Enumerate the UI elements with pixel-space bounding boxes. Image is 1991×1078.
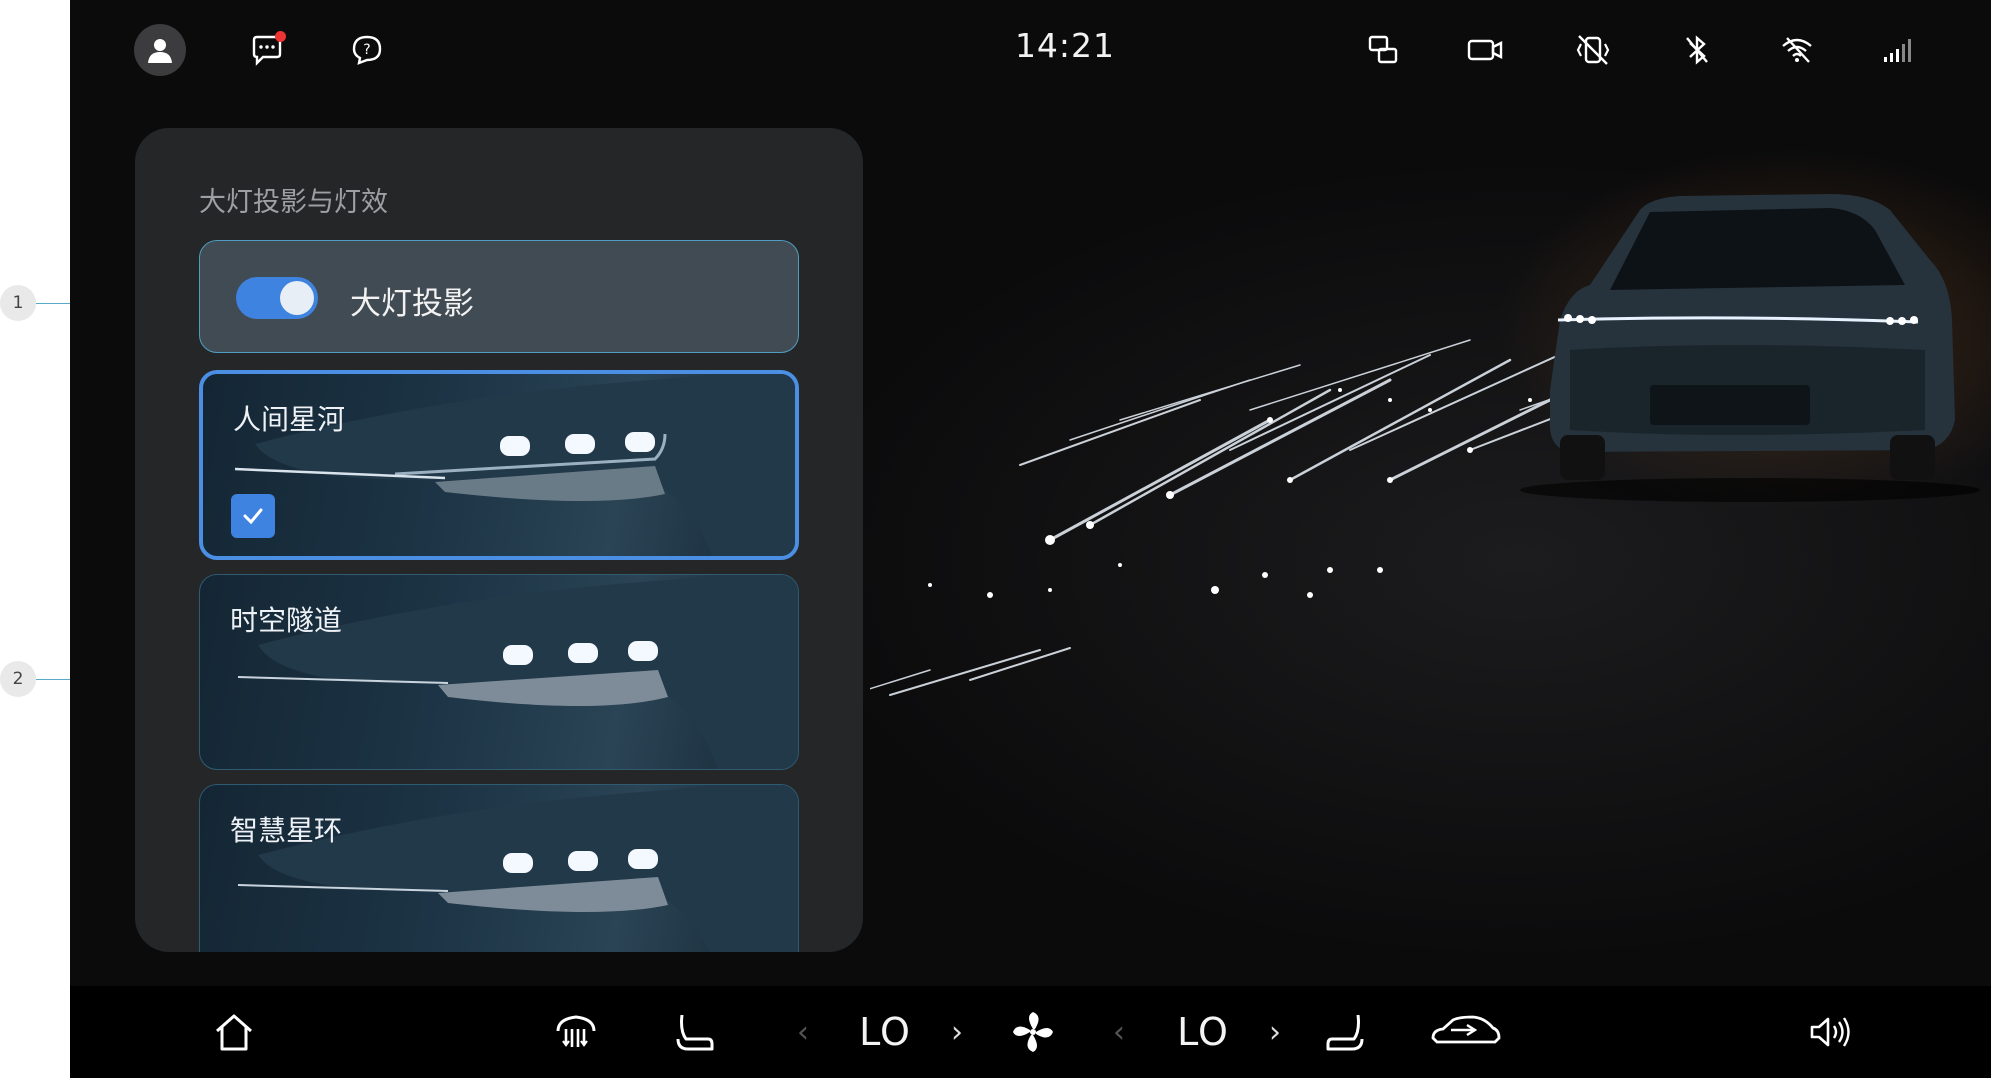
annotation-number: 1 [0,285,36,321]
right-temperature: LO [1177,1010,1229,1054]
effect-label: 智慧星环 [230,814,343,847]
seat-heat-icon[interactable] [666,1004,722,1060]
vibration-off-icon[interactable] [1571,28,1615,72]
notification-badge [275,31,286,42]
effect-card-renjianxinghe[interactable]: 人间星河 [199,370,799,560]
headlight-projection-panel: 大灯投影与灯效 大灯投影 人间星河 时空隧道 智慧星环 [135,128,863,952]
message-icon[interactable] [245,28,289,72]
switch-knob [280,281,314,315]
wifi-off-icon[interactable] [1775,28,1819,72]
headlight-projection-toggle-row[interactable]: 大灯投影 [199,240,799,353]
help-icon[interactable]: ? [345,28,389,72]
svg-text:?: ? [363,42,370,58]
annotation-number: 2 [0,661,36,697]
car-projection-scene [870,194,1980,696]
status-bar: ? 14:21 [70,0,1991,100]
headlight-projection-switch[interactable] [236,277,318,319]
volume-icon[interactable] [1802,1004,1858,1060]
left-temperature: LO [859,1010,911,1054]
panel-title: 大灯投影与灯效 [199,187,388,218]
toggle-label: 大灯投影 [350,286,474,322]
rear-defrost-icon[interactable] [548,1004,604,1060]
car-infotainment-screen: ? 14:21 大灯投影与灯效 大灯投影 人间星河 时空隧道 智慧星环 ‹ LO… [70,0,1991,1078]
fan-icon[interactable] [1005,1004,1061,1060]
cellular-signal-icon [1875,28,1919,72]
home-icon[interactable] [206,1004,262,1060]
bluetooth-off-icon[interactable] [1675,28,1719,72]
clock: 14:21 [1014,26,1116,65]
seat-icon[interactable] [1318,1004,1374,1060]
bottom-dock: ‹ LO › ‹ LO › [70,986,1991,1078]
dashcam-icon[interactable] [1463,28,1507,72]
effect-card-zhihuixinghuan[interactable]: 智慧星环 [199,784,799,952]
effect-card-shikongsuidao[interactable]: 时空隧道 [199,574,799,770]
user-avatar-icon[interactable] [134,24,186,76]
screen-mirror-icon[interactable] [1361,28,1405,72]
effect-label: 时空隧道 [230,604,343,637]
checkbox-checked-icon[interactable] [231,494,275,538]
left-temp-increase-button[interactable]: › [942,1004,972,1060]
right-temp-increase-button[interactable]: › [1260,1004,1290,1060]
effect-label: 人间星河 [233,403,346,436]
left-temp-decrease-button[interactable]: ‹ [788,1004,818,1060]
right-temp-decrease-button[interactable]: ‹ [1104,1004,1134,1060]
car-airflow-icon[interactable] [1426,1004,1506,1060]
